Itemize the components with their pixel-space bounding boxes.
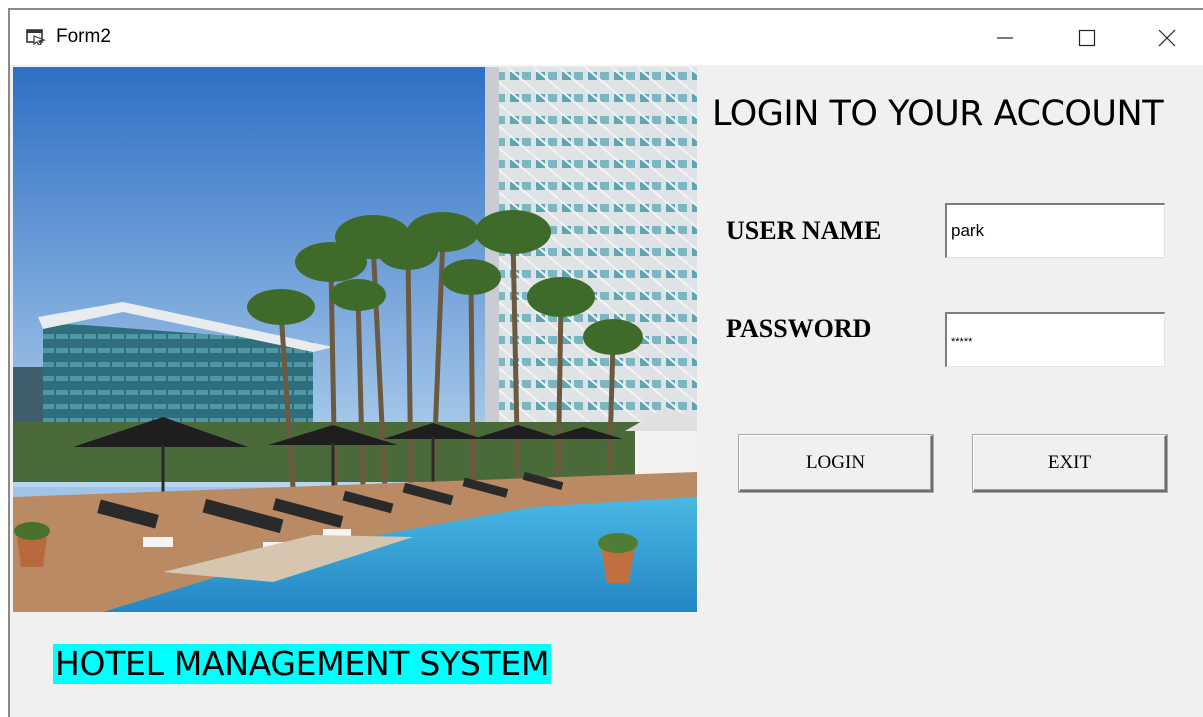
maximize-button[interactable]: [1047, 10, 1127, 65]
hotel-pool-photo: [13, 67, 697, 612]
close-icon: [1158, 29, 1176, 46]
minimize-button[interactable]: [965, 10, 1045, 65]
close-button[interactable]: [1127, 10, 1203, 65]
password-field[interactable]: [945, 312, 1165, 367]
minimize-icon: [997, 36, 1013, 39]
system-title-banner: HOTEL MANAGEMENT SYSTEM: [53, 644, 552, 684]
exit-button[interactable]: EXIT: [973, 435, 1167, 492]
form-app-icon: [26, 27, 47, 46]
title-bar[interactable]: Form2: [10, 10, 1203, 65]
login-button[interactable]: LOGIN: [739, 435, 933, 492]
maximize-icon: [1078, 29, 1096, 46]
login-heading: LOGIN TO YOUR ACCOUNT: [712, 94, 1164, 134]
password-label: PASSWORD: [726, 314, 872, 343]
username-label: USER NAME: [726, 216, 882, 245]
form2-window: Form2 LOGIN TO YOUR ACCOUNT USER NAME pa…: [8, 8, 1203, 717]
window-title: Form2: [56, 26, 111, 47]
username-field[interactable]: [945, 203, 1165, 258]
